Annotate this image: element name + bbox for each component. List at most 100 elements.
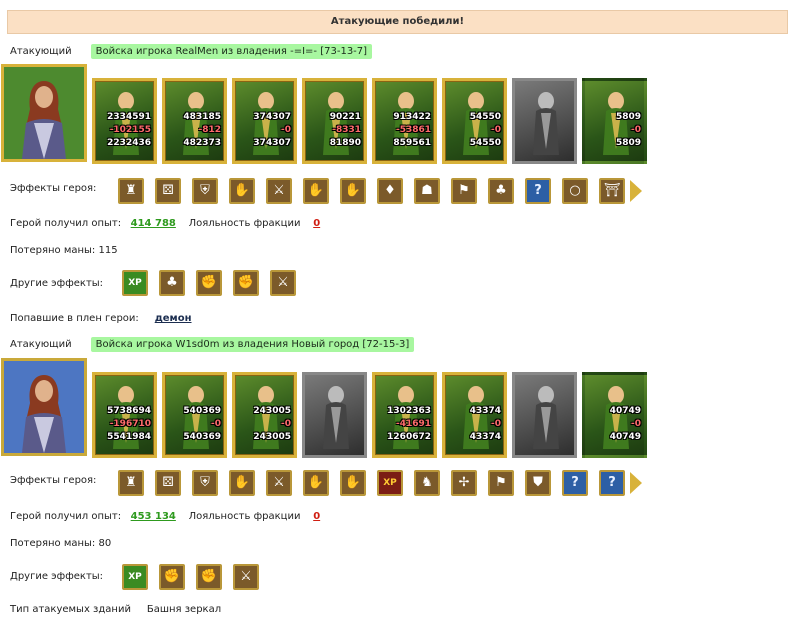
fist-sword-icon[interactable]: ✊: [196, 564, 222, 590]
unit-count-lost: -0: [281, 125, 291, 135]
scroll-right-arrow-icon[interactable]: [630, 180, 642, 202]
shield-icon[interactable]: ⛨: [192, 470, 218, 496]
unit-card[interactable]: [302, 372, 367, 458]
wing-icon[interactable]: ✢: [451, 470, 477, 496]
unit-count-before: 483185: [183, 112, 221, 122]
unit-card[interactable]: 913422 -53861 859561: [372, 78, 437, 164]
creature-figure-icon: [533, 386, 559, 449]
helmet-icon[interactable]: ☗: [414, 178, 440, 204]
unit-card[interactable]: 5738694 -196710 5541984: [92, 372, 157, 458]
ring-icon[interactable]: ○: [562, 178, 588, 204]
unit-count-before: 90221: [329, 112, 361, 122]
unit-count-after: 482373: [183, 138, 221, 148]
building-type-row: Тип атакуемых зданий Башня зеркал: [10, 604, 221, 615]
tree-icon[interactable]: ♣: [159, 270, 185, 296]
unit-card[interactable]: [512, 372, 577, 458]
scroll-right-arrow-icon[interactable]: [630, 472, 642, 494]
unit-card[interactable]: 243005 -0 243005: [232, 372, 297, 458]
attacker-row-1: Атакующий Войска игрока RealMen из владе…: [10, 44, 373, 59]
hero-portrait-2[interactable]: [1, 358, 87, 456]
handshake-icon[interactable]: ✋: [229, 470, 255, 496]
creature-figure-icon: [533, 92, 559, 155]
unit-count-after: 43374: [469, 432, 501, 442]
handshake-icon[interactable]: ✋: [303, 178, 329, 204]
unit-count-after: 2232436: [107, 138, 151, 148]
hand-icon[interactable]: ✋: [340, 178, 366, 204]
attacker-row-2: Атакующий Войска игрока W1sd0m из владен…: [10, 337, 415, 352]
unit-card[interactable]: 483185 -812 482373: [162, 78, 227, 164]
unit-card[interactable]: [512, 78, 577, 164]
armor-icon[interactable]: ⛊: [525, 470, 551, 496]
question-icon[interactable]: ?: [525, 178, 551, 204]
fist-icon[interactable]: ✊: [159, 564, 185, 590]
fist-icon[interactable]: ✊: [196, 270, 222, 296]
unit-count-after: 81890: [329, 138, 361, 148]
unit-count-after: 54550: [469, 138, 501, 148]
unit-card[interactable]: 54550 -0 54550: [442, 78, 507, 164]
loyalty-label: Лояльность фракции: [188, 511, 301, 522]
sword-icon[interactable]: ⚔: [266, 178, 292, 204]
bag-icon[interactable]: ♦: [377, 178, 403, 204]
unit-card[interactable]: 374307 -0 374307: [232, 78, 297, 164]
unit-card[interactable]: 90221 -8331 81890: [302, 78, 367, 164]
sword-icon[interactable]: ⚔: [233, 564, 259, 590]
unit-count-after: 374307: [253, 138, 291, 148]
unit-card[interactable]: 2334591 -102155 2232436: [92, 78, 157, 164]
xp-icon[interactable]: XP: [122, 564, 148, 590]
loyalty-value[interactable]: 0: [313, 511, 320, 522]
loyalty-value[interactable]: 0: [313, 218, 320, 229]
tower-icon[interactable]: ♜: [118, 178, 144, 204]
unit-card[interactable]: 1302363 -41691 1260672: [372, 372, 437, 458]
unit-count-after: 859561: [393, 138, 431, 148]
hero-portrait-1[interactable]: [1, 64, 87, 162]
hero-effects-label-2: Эффекты героя:: [10, 475, 97, 486]
xp-icon[interactable]: XP: [377, 470, 403, 496]
fist-sword-icon[interactable]: ✊: [233, 270, 259, 296]
tower-icon[interactable]: ♜: [118, 470, 144, 496]
battle-result-banner: Атакующие победили!: [7, 10, 788, 34]
unit-count-before: 540369: [183, 406, 221, 416]
unit-card[interactable]: 540369 -0 540369: [162, 372, 227, 458]
unit-count-before: 2334591: [107, 112, 151, 122]
building-type-label: Тип атакуемых зданий: [10, 604, 131, 615]
tree-icon[interactable]: ♣: [488, 178, 514, 204]
sword-icon[interactable]: ⚔: [270, 270, 296, 296]
sword-icon[interactable]: ⚔: [266, 470, 292, 496]
unit-card[interactable]: 5809 -0 5809: [582, 78, 647, 164]
unit-count-before: 5738694: [107, 406, 151, 416]
unit-count-before: 374307: [253, 112, 291, 122]
captured-label: Попавшие в плен герои:: [10, 313, 139, 324]
unit-count-before: 40749: [609, 406, 641, 416]
question-icon[interactable]: ?: [599, 470, 625, 496]
army-owner-label: Войска игрока RealMen из владения -=I=- …: [90, 44, 373, 59]
unit-count-lost: -0: [491, 419, 501, 429]
captured-hero-link[interactable]: демон: [155, 313, 192, 324]
attacker-label: Атакующий: [10, 339, 72, 350]
unit-count-lost: -0: [631, 419, 641, 429]
unit-count-lost: -0: [491, 125, 501, 135]
unit-card[interactable]: 40749 -0 40749: [582, 372, 647, 458]
xp-icon[interactable]: XP: [122, 270, 148, 296]
dice-icon[interactable]: ⚄: [155, 470, 181, 496]
shield-icon[interactable]: ⛨: [192, 178, 218, 204]
creature-figure-icon: [323, 386, 349, 449]
xp-horse-icon[interactable]: ♞: [414, 470, 440, 496]
exp-value[interactable]: 414 788: [131, 218, 176, 229]
handshake-icon[interactable]: ✋: [303, 470, 329, 496]
unit-count-lost: -0: [281, 419, 291, 429]
unit-count-before: 5809: [615, 112, 641, 122]
banner-icon[interactable]: ⚑: [451, 178, 477, 204]
unit-count-lost: -102155: [109, 125, 151, 135]
unit-count-after: 243005: [253, 432, 291, 442]
question-icon[interactable]: ?: [562, 470, 588, 496]
gate-icon[interactable]: ⛩: [599, 178, 625, 204]
banner-icon[interactable]: ⚑: [488, 470, 514, 496]
unit-card[interactable]: 43374 -0 43374: [442, 372, 507, 458]
hand-icon[interactable]: ✋: [340, 470, 366, 496]
experience-row-1: Герой получил опыт: 414 788 Лояльность ф…: [10, 218, 320, 229]
unit-count-lost: -8331: [332, 125, 361, 135]
handshake-icon[interactable]: ✋: [229, 178, 255, 204]
exp-value[interactable]: 453 134: [131, 511, 176, 522]
dice-icon[interactable]: ⚄: [155, 178, 181, 204]
hero-effects-label-1: Эффекты героя:: [10, 183, 97, 194]
